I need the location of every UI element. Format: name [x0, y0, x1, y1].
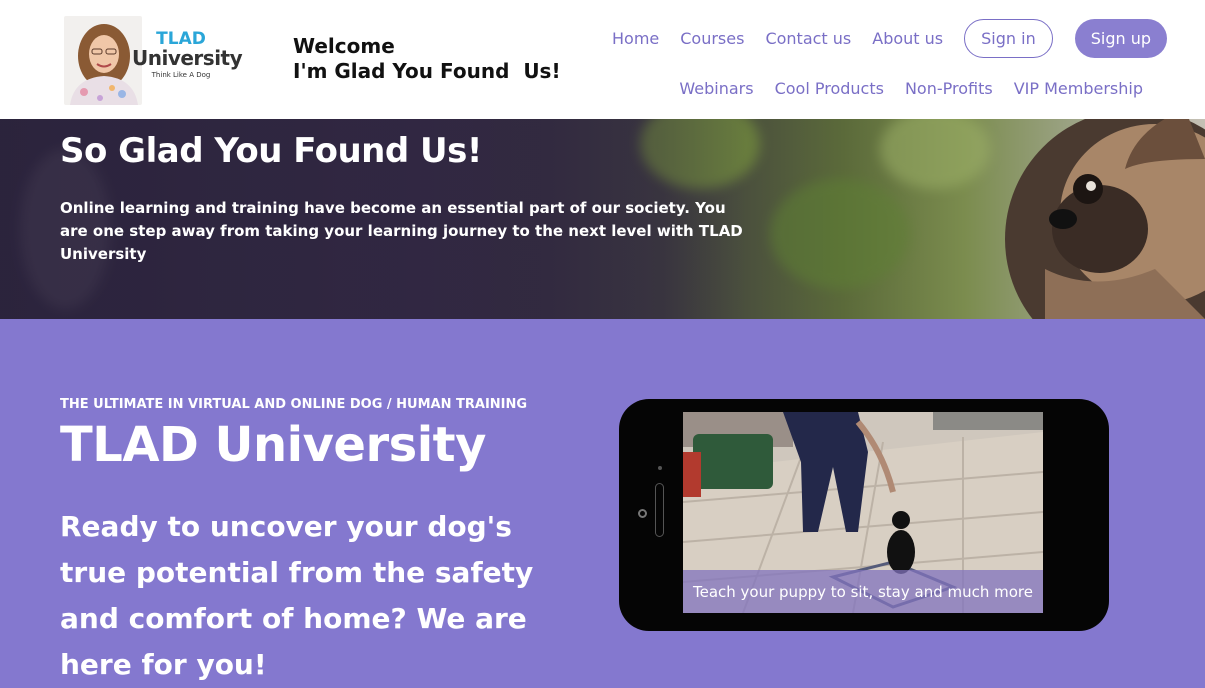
logo-wordmark: TLAD University Think Like A Dog — [132, 30, 243, 79]
nav-about-us[interactable]: About us — [872, 29, 943, 48]
hero-description: Online learning and training have become… — [60, 199, 743, 263]
hero-title: So Glad You Found Us! — [60, 131, 482, 171]
phone-mockup: Teach your puppy to sit, stay and much m… — [619, 399, 1109, 631]
site-header: TLAD University Think Like A Dog Welcome… — [0, 0, 1205, 119]
welcome-heading: Welcome I'm Glad You Found Us! — [293, 34, 561, 84]
section-lead: Ready to uncover your dog's true potenti… — [60, 510, 534, 681]
nav-contact-us[interactable]: Contact us — [765, 29, 851, 48]
nav-cool-products[interactable]: Cool Products — [775, 79, 884, 98]
video-caption-bar: Teach your puppy to sit, stay and much m… — [683, 570, 1043, 613]
welcome-line-2: I'm Glad You Found Us! — [293, 59, 561, 83]
welcome-line-1: Welcome — [293, 34, 395, 58]
sign-up-button[interactable]: Sign up — [1074, 19, 1167, 58]
phone-camera — [638, 509, 647, 518]
founder-photo — [64, 16, 142, 105]
sign-in-button[interactable]: Sign in — [964, 19, 1053, 58]
nav-non-profits[interactable]: Non-Profits — [905, 79, 993, 98]
primary-nav: Home Courses Contact us About us Sign in… — [612, 19, 1167, 58]
nav-courses[interactable]: Courses — [680, 29, 744, 48]
phone-sensor — [658, 466, 662, 470]
secondary-nav: Webinars Cool Products Non-Profits VIP M… — [679, 76, 1143, 100]
section-title: TLAD University — [60, 417, 486, 473]
phone-speaker — [655, 483, 664, 537]
hero-banner: So Glad You Found Us! Online learning an… — [0, 119, 1205, 319]
logo-university-text: University — [132, 46, 243, 70]
logo-tagline: Think Like A Dog — [151, 71, 211, 79]
video-caption: Teach your puppy to sit, stay and much m… — [692, 582, 1033, 601]
nav-home[interactable]: Home — [612, 29, 659, 48]
pug-image — [1005, 119, 1205, 319]
tlad-logo[interactable]: TLAD University Think Like A Dog — [64, 16, 243, 105]
training-video[interactable]: Teach your puppy to sit, stay and much m… — [683, 412, 1043, 613]
nav-vip-membership[interactable]: VIP Membership — [1014, 79, 1143, 98]
intro-section: THE ULTIMATE IN VIRTUAL AND ONLINE DOG /… — [0, 319, 1205, 688]
section-eyebrow: THE ULTIMATE IN VIRTUAL AND ONLINE DOG /… — [60, 397, 528, 412]
nav-webinars[interactable]: Webinars — [679, 79, 753, 98]
